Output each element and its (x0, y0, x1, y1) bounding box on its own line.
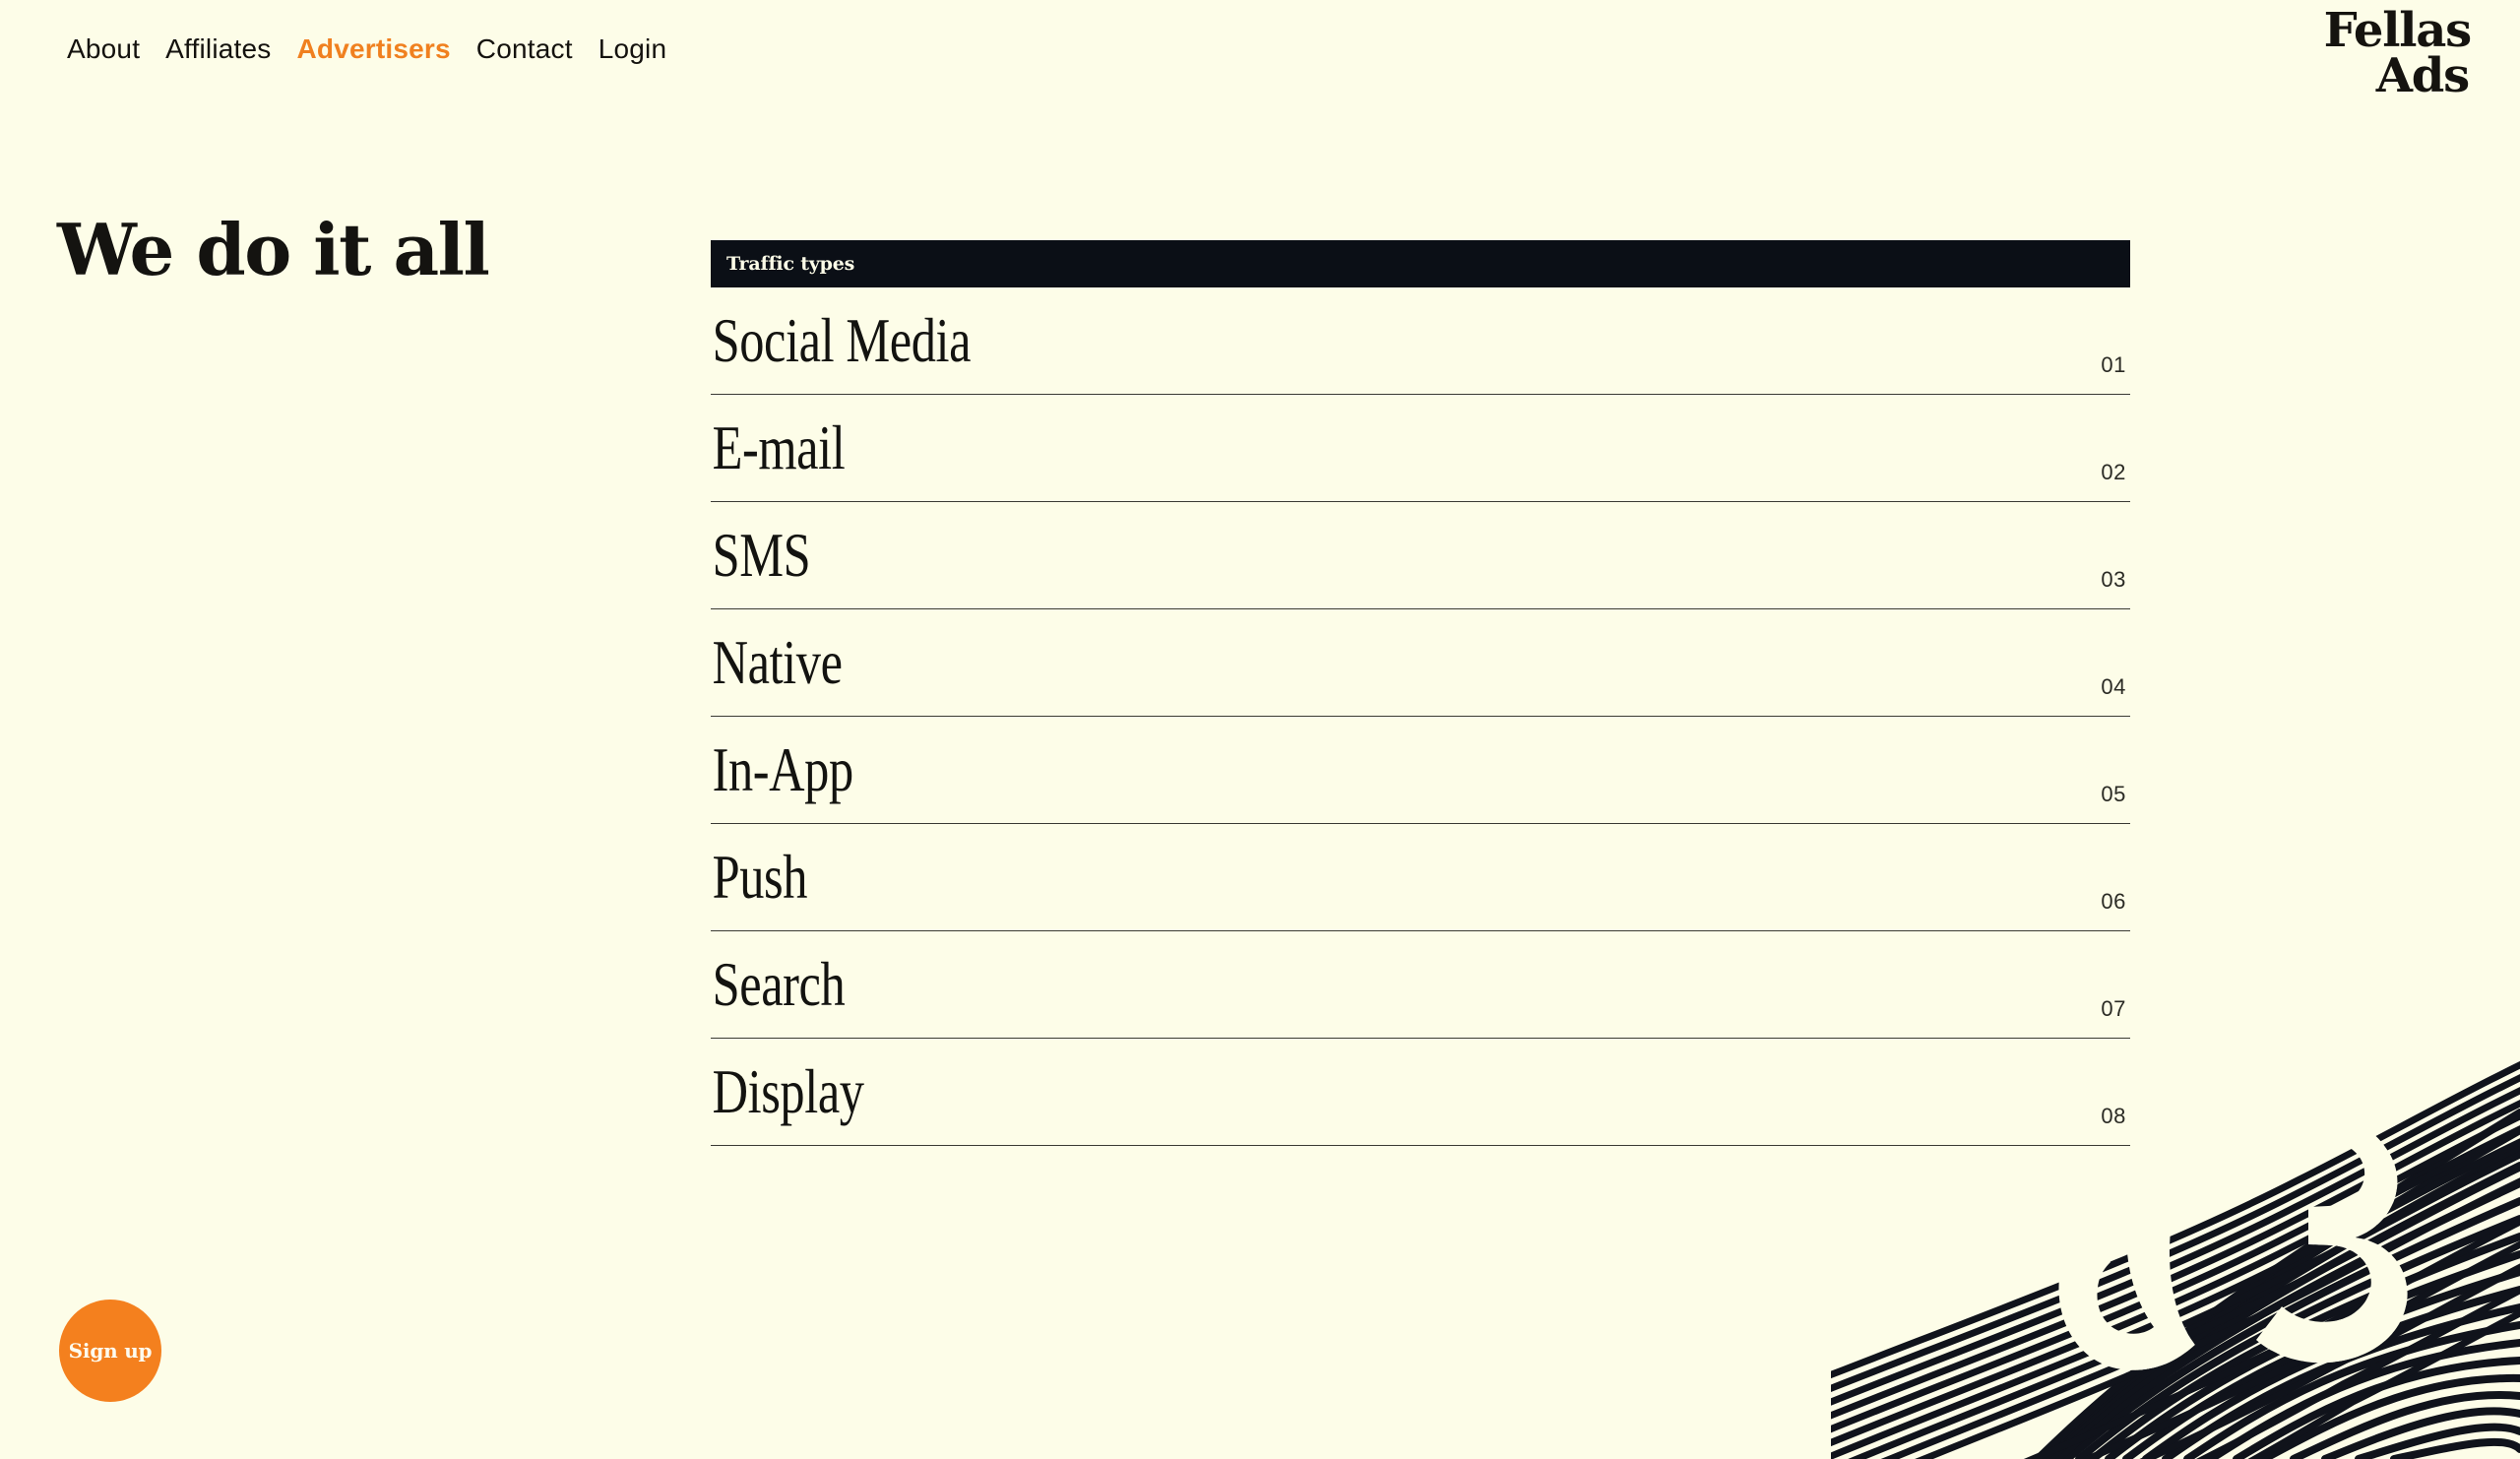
traffic-row-sms[interactable]: SMS 03 (711, 502, 2130, 609)
traffic-row-label: Native (712, 627, 843, 697)
signup-button[interactable]: Sign up (59, 1300, 161, 1402)
traffic-row-index: 05 (2101, 782, 2126, 806)
brand-logo-line-2: Ads (2375, 48, 2470, 104)
traffic-row-index: 03 (2101, 567, 2126, 592)
traffic-row-push[interactable]: Push 06 (711, 824, 2130, 931)
site-header: About Affiliates Advertisers Contact Log… (0, 0, 2520, 108)
nav-link-login[interactable]: Login (598, 33, 667, 65)
traffic-row-native[interactable]: Native 04 (711, 609, 2130, 717)
traffic-types-list: Social Media 01 E-mail 02 SMS 03 Native … (711, 287, 2130, 1146)
nav-link-advertisers[interactable]: Advertisers (297, 33, 451, 65)
traffic-row-label: Push (712, 842, 808, 912)
main-nav: About Affiliates Advertisers Contact Log… (67, 33, 666, 65)
traffic-types-header-label: Traffic types (726, 253, 855, 275)
traffic-row-label: Search (712, 949, 846, 1019)
traffic-row-index: 01 (2101, 352, 2126, 377)
traffic-row-display[interactable]: Display 08 (711, 1039, 2130, 1146)
nav-link-about[interactable]: About (67, 33, 140, 65)
traffic-row-index: 08 (2101, 1104, 2126, 1128)
traffic-row-label: Social Media (712, 305, 972, 375)
traffic-row-index: 04 (2101, 674, 2126, 699)
traffic-types-header-bar: Traffic types (711, 240, 2130, 287)
traffic-row-in-app[interactable]: In-App 05 (711, 717, 2130, 824)
nav-link-contact[interactable]: Contact (476, 33, 573, 65)
nav-link-affiliates[interactable]: Affiliates (165, 33, 271, 65)
traffic-row-index: 07 (2101, 996, 2126, 1021)
page-title: We do it all (57, 208, 490, 291)
traffic-row-label: In-App (712, 734, 854, 804)
traffic-row-search[interactable]: Search 07 (711, 931, 2130, 1039)
traffic-row-email[interactable]: E-mail 02 (711, 395, 2130, 502)
traffic-types-panel: Traffic types Social Media 01 E-mail 02 … (711, 240, 2130, 1146)
traffic-row-label: SMS (712, 520, 811, 590)
signup-button-label: Sign up (68, 1339, 153, 1363)
traffic-row-index: 02 (2101, 460, 2126, 484)
traffic-row-social-media[interactable]: Social Media 01 (711, 287, 2130, 395)
brand-logo[interactable]: Fellas Ads (2323, 3, 2473, 104)
traffic-row-label: E-mail (712, 412, 846, 482)
brand-logo-line-1: Fellas (2323, 3, 2473, 58)
traffic-row-label: Display (712, 1056, 864, 1126)
traffic-row-index: 06 (2101, 889, 2126, 914)
